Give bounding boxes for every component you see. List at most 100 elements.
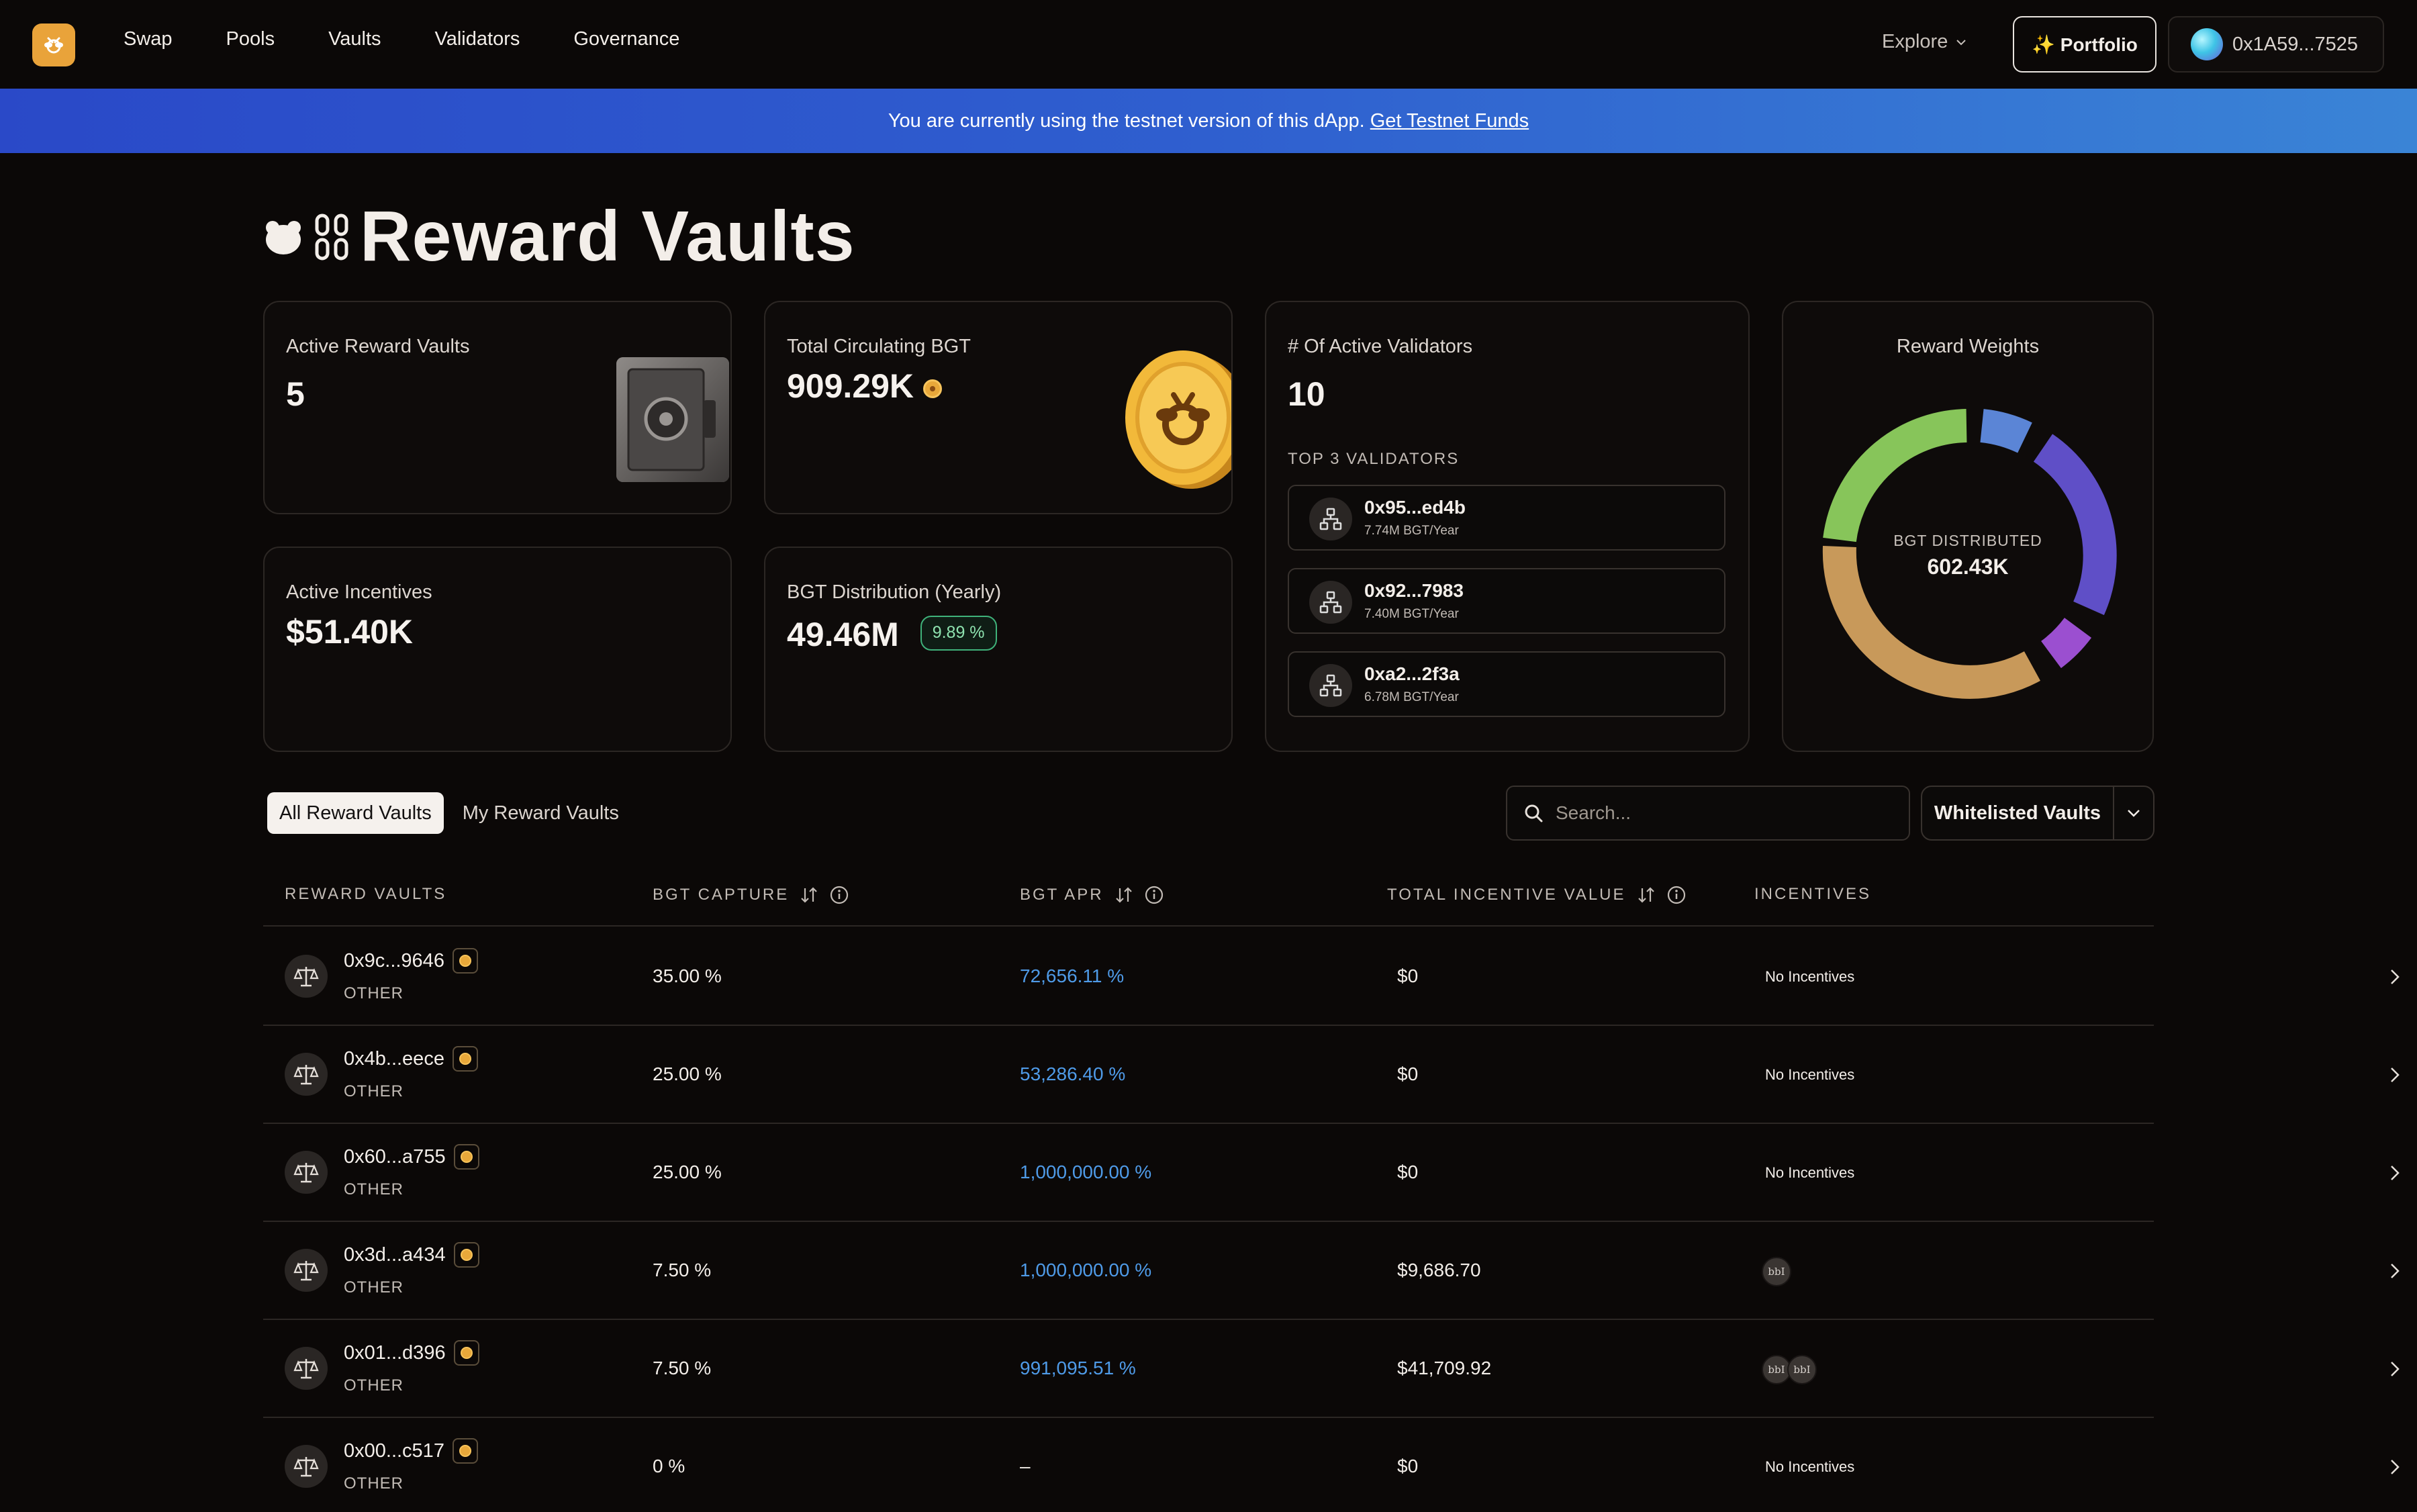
incentive-value-cell: $41,709.92 — [1397, 1358, 1492, 1378]
bgt-distribution-value-row: 49.46M 9.89 % — [787, 615, 997, 655]
nav-links: Swap Pools Vaults Validators Governance — [124, 28, 679, 50]
wallet-button[interactable]: 0x1A59...7525 — [2168, 16, 2384, 73]
nav-swap[interactable]: Swap — [124, 28, 173, 50]
validator-row[interactable]: 0x92...7983 7.40M BGT/Year — [1288, 568, 1725, 634]
header-bgt-apr[interactable]: BGT APR — [1020, 885, 1164, 905]
chevron-right-icon[interactable] — [2388, 1065, 2402, 1085]
app-logo[interactable] — [32, 23, 75, 66]
nav-pools[interactable]: Pools — [226, 28, 275, 50]
portfolio-label: ✨ Portfolio — [2032, 34, 2138, 55]
chevron-right-icon[interactable] — [2388, 967, 2402, 987]
safe-icon — [616, 357, 729, 482]
bgt-capture-cell: 25.00 % — [653, 1162, 722, 1182]
table-row[interactable]: 0x4b...eece OTHER 25.00 % 53,286.40 % $0 No I… — [263, 1026, 2400, 1124]
vault-filter-select[interactable]: Whitelisted Vaults — [1921, 786, 2154, 841]
vault-address: 0x00...c517 — [344, 1439, 444, 1462]
wallet-avatar — [2191, 28, 2223, 60]
header-total-incentive-value[interactable]: TOTAL INCENTIVE VALUE — [1387, 885, 1687, 905]
top-navigation: Swap Pools Vaults Validators Governance … — [0, 0, 2417, 89]
chevron-right-icon[interactable] — [2388, 1359, 2402, 1379]
incentive-token-list: bbI bbI — [1762, 1355, 1817, 1384]
incentives-cell: No Incentives — [1765, 1066, 1855, 1083]
vault-address: 0x3d...a434 — [344, 1243, 446, 1266]
incentives-cell: No Incentives — [1765, 1458, 1855, 1475]
search-input[interactable] — [1556, 802, 1905, 824]
vault-filter-label: Whitelisted Vaults — [1934, 802, 2101, 824]
testnet-funds-link[interactable]: Get Testnet Funds — [1370, 110, 1529, 132]
vault-address: 0x9c...9646 — [344, 949, 444, 972]
sort-icon[interactable] — [1115, 886, 1133, 904]
scale-icon — [285, 1249, 328, 1292]
apr-badge: 9.89 % — [920, 615, 997, 651]
portfolio-button[interactable]: ✨ Portfolio — [2013, 16, 2157, 73]
validator-address: 0x95...ed4b — [1364, 497, 1466, 518]
bgt-apr-cell: – — [1020, 1456, 1031, 1476]
search-box — [1506, 786, 1910, 841]
chevron-right-icon[interactable] — [2388, 1261, 2402, 1281]
bgt-token-icon — [452, 1438, 478, 1464]
vault-name[interactable]: 0x01...d396 — [344, 1340, 479, 1366]
active-incentives-label: Active Incentives — [286, 581, 432, 603]
bgt-capture-cell: 25.00 % — [653, 1064, 722, 1084]
table-row[interactable]: 0x60...a755 OTHER 25.00 % 1,000,000.00 % $0 N… — [263, 1124, 2400, 1222]
vault-name[interactable]: 0x4b...eece — [344, 1046, 478, 1072]
header-incentives: INCENTIVES — [1754, 885, 1871, 904]
chevron-right-icon[interactable] — [2388, 1163, 2402, 1183]
validator-row[interactable]: 0xa2...2f3a 6.78M BGT/Year — [1288, 651, 1725, 717]
vault-name[interactable]: 0x3d...a434 — [344, 1242, 479, 1268]
table-row[interactable]: 0x00...c517 OTHER 0 % – $0 No Incentives — [263, 1418, 2400, 1512]
donut-segment — [2033, 434, 2117, 616]
bgt-token-icon — [453, 1340, 479, 1366]
validator-address: 0xa2...2f3a — [1364, 663, 1460, 684]
validator-address: 0x92...7983 — [1364, 580, 1464, 601]
sort-icon[interactable] — [800, 886, 818, 904]
tab-my-reward-vaults[interactable]: My Reward Vaults — [451, 792, 631, 834]
incentive-value-cell: $0 — [1397, 965, 1419, 986]
info-icon[interactable] — [1666, 885, 1687, 905]
validator-node-icon — [1309, 664, 1352, 707]
nav-governance[interactable]: Governance — [573, 28, 679, 50]
header-label: BGT CAPTURE — [653, 886, 790, 904]
page-title: Reward Vaults — [360, 197, 855, 276]
active-incentives-value: $51.40K — [286, 613, 414, 651]
bgt-token-icon — [452, 1046, 478, 1072]
nav-validators[interactable]: Validators — [435, 28, 520, 50]
banner-text: You are currently using the testnet vers… — [888, 109, 1365, 132]
donut-segment — [1979, 409, 2032, 453]
header-label: BGT APR — [1020, 886, 1104, 904]
chevron-right-icon[interactable] — [2388, 1457, 2402, 1477]
header-label: TOTAL INCENTIVE VALUE — [1387, 886, 1626, 904]
bgt-token-icon — [452, 948, 478, 974]
active-vaults-label: Active Reward Vaults — [286, 336, 470, 357]
table-row[interactable]: 0x9c...9646 OTHER 35.00 % 72,656.11 % $0 No I… — [263, 928, 2400, 1026]
bgt-capture-cell: 0 % — [653, 1456, 685, 1476]
explore-menu[interactable]: Explore — [1882, 31, 1966, 53]
incentive-value-cell: $0 — [1397, 1064, 1419, 1084]
table-row[interactable]: 0x3d...a434 OTHER 7.50 % 1,000,000.00 % $9,6… — [263, 1222, 2400, 1320]
incentive-token-list: bbI — [1762, 1257, 1791, 1286]
scale-icon — [285, 1445, 328, 1488]
bgt-token-icon — [922, 379, 942, 398]
vault-name[interactable]: 0x00...c517 — [344, 1438, 478, 1464]
vault-name[interactable]: 0x60...a755 — [344, 1144, 479, 1170]
bear-icon — [266, 220, 301, 254]
chevron-down-icon — [2128, 810, 2140, 817]
bgt-distributed-value: 602.43K — [1927, 555, 2009, 579]
vault-name[interactable]: 0x9c...9646 — [344, 948, 478, 974]
info-icon[interactable] — [829, 885, 849, 905]
circulating-bgt-label: Total Circulating BGT — [787, 336, 971, 357]
tab-all-reward-vaults[interactable]: All Reward Vaults — [267, 792, 444, 834]
active-vaults-value: 5 — [286, 375, 305, 413]
header-bgt-capture[interactable]: BGT CAPTURE — [653, 885, 849, 905]
vault-type: OTHER — [344, 1474, 404, 1493]
table-row[interactable]: 0x01...d396 OTHER 7.50 % 991,095.51 % $41,70… — [263, 1320, 2400, 1418]
sort-icon[interactable] — [1637, 886, 1656, 904]
nav-vaults[interactable]: Vaults — [328, 28, 381, 50]
bgt-apr-cell: 991,095.51 % — [1020, 1358, 1136, 1378]
vault-type: OTHER — [344, 1376, 404, 1395]
filter-chevron[interactable] — [2114, 808, 2153, 818]
scale-icon — [285, 1347, 328, 1390]
donut-segment — [2040, 617, 2092, 669]
validator-row[interactable]: 0x95...ed4b 7.74M BGT/Year — [1288, 485, 1725, 551]
info-icon[interactable] — [1144, 885, 1164, 905]
